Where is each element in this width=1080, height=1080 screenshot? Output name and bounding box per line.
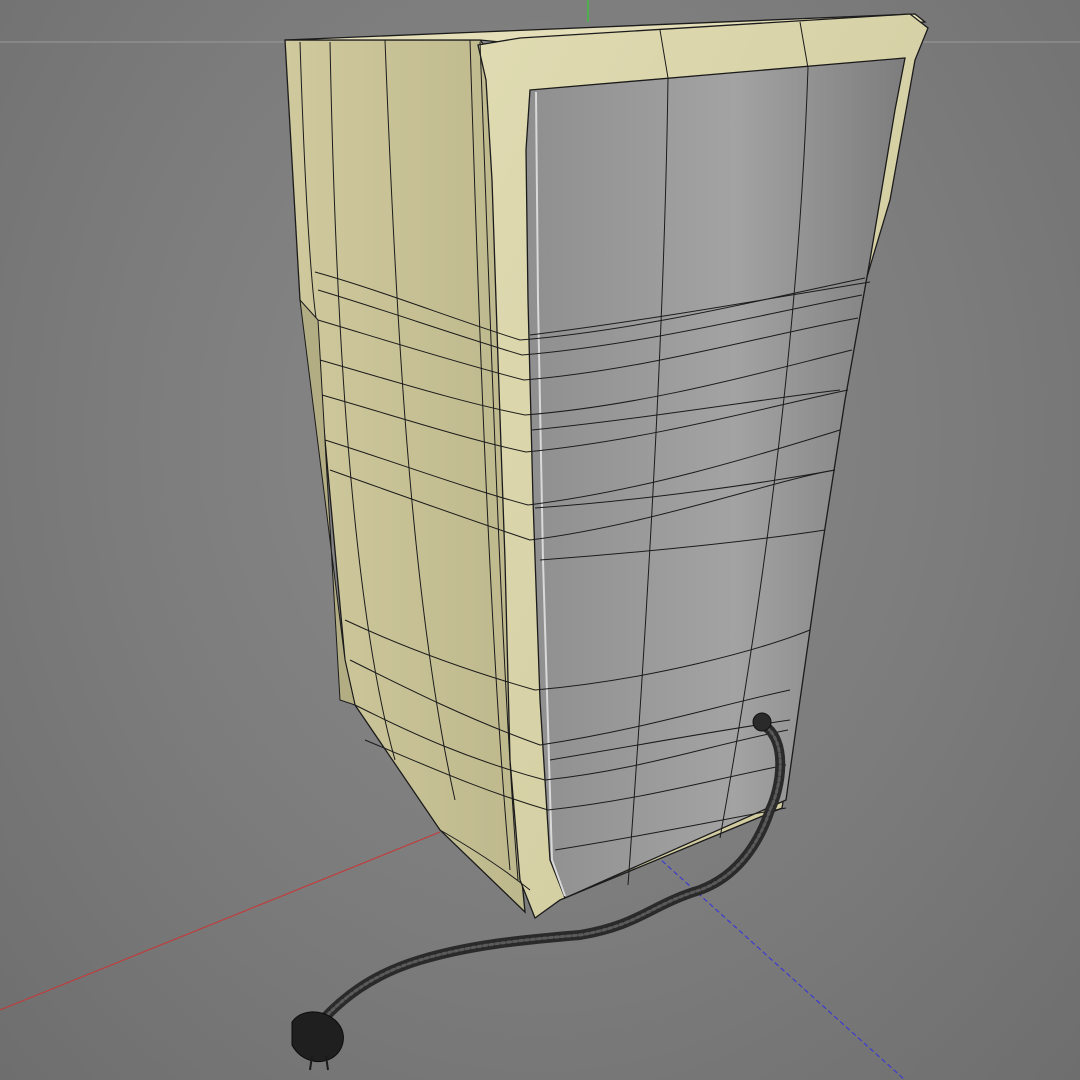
cord-grommet: [752, 712, 772, 732]
plug-body: [291, 1011, 344, 1062]
3d-viewport[interactable]: [0, 0, 1080, 1080]
plug-icon[interactable]: [291, 1011, 344, 1071]
appliance-model[interactable]: [284, 13, 929, 920]
viewport-scene[interactable]: [0, 0, 1080, 1080]
z-axis-line: [649, 849, 906, 1080]
appliance-door-panel[interactable]: [525, 57, 906, 899]
